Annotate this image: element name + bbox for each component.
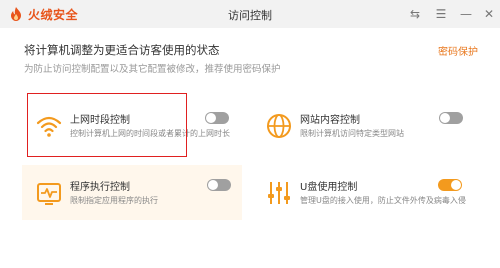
card-usb-usage-control[interactable]: U盘使用控制 管理U盘的接入使用，防止文件外传及病毒入侵 bbox=[252, 165, 487, 220]
card-title: U盘使用控制 bbox=[300, 182, 358, 193]
card-description: 限制计算机访问特定类型网站 bbox=[300, 129, 404, 138]
menu-icon[interactable]: ☰ bbox=[431, 4, 451, 24]
internet-time-toggle[interactable] bbox=[205, 112, 229, 124]
close-button[interactable]: ✕ bbox=[479, 4, 499, 24]
page-title: 将计算机调整为更适合访客使用的状态 bbox=[24, 43, 220, 57]
usb-slider-icon bbox=[268, 182, 290, 204]
toggle-knob bbox=[451, 180, 461, 190]
card-program-execution-control[interactable]: 程序执行控制 限制指定应用程序的执行 bbox=[22, 165, 242, 220]
restore-icon[interactable]: ⇆ bbox=[405, 4, 425, 24]
toggle-knob bbox=[440, 113, 450, 123]
card-description: 管理U盘的接入使用，防止文件外传及病毒入侵 bbox=[300, 196, 466, 205]
card-website-content-control[interactable]: 网站内容控制 限制计算机访问特定类型网站 bbox=[252, 98, 472, 153]
program-execution-toggle[interactable] bbox=[207, 179, 231, 191]
monitor-pulse-icon bbox=[37, 183, 61, 205]
toggle-knob bbox=[206, 113, 216, 123]
card-title: 网站内容控制 bbox=[300, 115, 360, 126]
toggle-knob bbox=[208, 180, 218, 190]
website-content-toggle[interactable] bbox=[439, 112, 463, 124]
usb-usage-toggle[interactable] bbox=[438, 179, 462, 191]
card-title: 程序执行控制 bbox=[70, 182, 130, 193]
minimize-button[interactable]: — bbox=[456, 4, 476, 24]
password-protection-link[interactable]: 密码保护 bbox=[438, 43, 478, 58]
page-subtitle: 为防止访问控制配置以及其它配置被修改，推荐使用密码保护 bbox=[24, 64, 281, 75]
title-bar: 火绒安全 访问控制 ⇆ ☰ — ✕ bbox=[0, 0, 500, 28]
card-description: 限制指定应用程序的执行 bbox=[70, 196, 158, 205]
highlight-annotation-box bbox=[27, 93, 187, 157]
globe-icon bbox=[267, 114, 291, 138]
window-title: 访问控制 bbox=[228, 9, 272, 22]
